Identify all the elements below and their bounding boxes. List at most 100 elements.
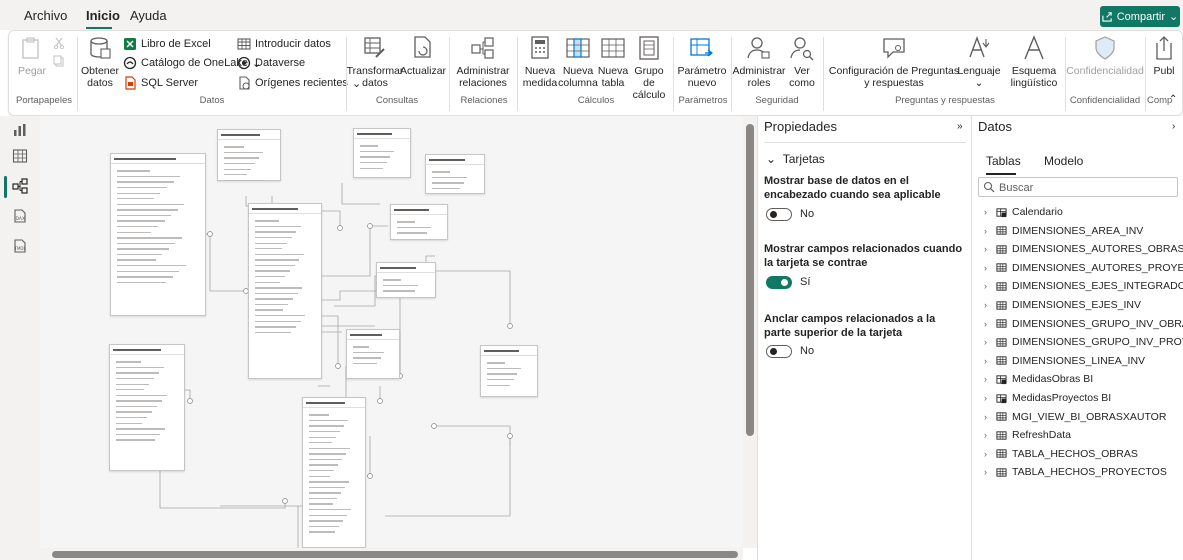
table-card[interactable] [248, 203, 322, 379]
sql-server-button[interactable]: SQL Server [123, 76, 198, 90]
table-tree-item[interactable]: › MedidasObras BI [984, 371, 1093, 387]
language-button[interactable]: Lenguaje ⌄ [953, 35, 1005, 89]
table-card-field [309, 469, 334, 472]
new-column-button[interactable]: Nueva columna [558, 35, 598, 89]
table-icon [996, 300, 1007, 310]
table-card[interactable] [353, 128, 411, 178]
paste-button[interactable]: Pegar [17, 35, 47, 77]
report-view-icon[interactable] [12, 122, 28, 138]
dataverse-button[interactable]: Dataverse [237, 56, 305, 70]
chevron-right-icon[interactable]: › [984, 300, 991, 310]
table-tree-item[interactable]: › TABLA_HECHOS_PROYECTOS [984, 464, 1167, 480]
share-button[interactable]: Compartir ⌄ [1100, 6, 1180, 27]
sensitivity-button[interactable]: Confidencialidad [1066, 35, 1144, 77]
table-tree-item[interactable]: › DIMENSIONES_AUTORES_OBRAS [984, 241, 1183, 257]
dax-query-view-icon[interactable]: DAX [12, 208, 28, 224]
pin-related-fields-toggle[interactable] [766, 345, 792, 358]
chevron-right-icon[interactable]: › [984, 356, 991, 366]
chevron-right-icon[interactable]: › [984, 467, 991, 477]
search-input[interactable] [999, 180, 1169, 195]
chevron-right-icon[interactable]: › [984, 244, 991, 254]
model-diagram-canvas[interactable] [40, 116, 743, 548]
chevron-right-icon[interactable]: › [984, 337, 991, 347]
canvas-vertical-scroll-thumb[interactable] [746, 124, 754, 436]
table-tree-item[interactable]: › MedidasProyectos BI [984, 390, 1111, 406]
tab-modelo[interactable]: Modelo [1044, 154, 1083, 168]
cut-icon[interactable] [53, 37, 65, 49]
show-related-fields-toggle[interactable] [766, 276, 792, 289]
table-card[interactable] [217, 129, 281, 182]
group-seguridad: Seguridad [755, 95, 799, 106]
menu-inicio[interactable]: Inicio [86, 8, 120, 23]
collapse-properties-icon[interactable]: » [957, 121, 963, 132]
chevron-right-icon[interactable]: › [984, 226, 991, 236]
tmdl-view-icon[interactable]: TMDL [12, 238, 28, 254]
refresh-button[interactable]: Actualizar [400, 35, 446, 77]
collapse-ribbon-icon[interactable]: ⌃ [1169, 94, 1177, 105]
table-tree-item[interactable]: › Calendario [984, 204, 1063, 220]
table-card-field [224, 151, 263, 154]
table-tree-item[interactable]: › DIMENSIONES_GRUPO_INV_OBRAS [984, 316, 1183, 332]
table-view-icon[interactable] [12, 148, 28, 164]
toggle-knob [770, 348, 777, 355]
chevron-right-icon[interactable]: › [984, 281, 991, 291]
table-card[interactable] [110, 153, 206, 316]
chevron-right-icon[interactable]: › [984, 412, 991, 422]
ribbon-divider [1145, 37, 1146, 111]
menu-archivo[interactable]: Archivo [24, 8, 67, 23]
table-tree-item[interactable]: › DIMENSIONES_AUTORES_PROYECTOS [984, 260, 1183, 276]
table-card[interactable] [109, 344, 185, 471]
clipboard-icon [22, 37, 39, 59]
tab-tablas[interactable]: Tablas [986, 154, 1021, 168]
transform-data-button[interactable]: Transformar datos [347, 35, 403, 89]
new-parameter-button[interactable]: Parámetro nuevo [677, 35, 727, 89]
chevron-right-icon[interactable]: › [984, 449, 991, 459]
excel-workbook-button[interactable]: Libro de Excel [123, 37, 211, 51]
view-as-button[interactable]: Ver como [785, 35, 819, 89]
table-card[interactable] [480, 345, 538, 397]
table-tree-item-label: MedidasProyectos BI [1012, 392, 1112, 404]
table-tree-item[interactable]: › MGI_VIEW_BI_OBRASXAUTOR [984, 409, 1166, 425]
table-card[interactable] [376, 262, 436, 298]
chevron-right-icon[interactable]: › [984, 319, 991, 329]
chevron-right-icon[interactable]: › [984, 393, 991, 403]
get-data-button[interactable]: Obtener datos [81, 35, 119, 89]
manage-roles-button[interactable]: Administrar roles [732, 35, 786, 89]
table-tree-item[interactable]: › TABLA_HECHOS_OBRAS [984, 446, 1138, 462]
table-tree-item[interactable]: › RefreshData [984, 427, 1071, 443]
new-measure-button[interactable]: Nueva medida [521, 35, 559, 89]
table-card-field [116, 428, 165, 430]
table-card-field [487, 362, 505, 364]
recent-sources-button[interactable]: Orígenes recientes ⌄ [237, 76, 361, 90]
table-card[interactable] [390, 204, 448, 240]
chevron-right-icon[interactable]: › [984, 374, 991, 384]
table-tree-item[interactable]: › DIMENSIONES_EJES_INTEGRADORES [984, 278, 1183, 294]
table-tree-item[interactable]: › DIMENSIONES_LINEA_INV [984, 353, 1145, 369]
chevron-right-icon[interactable]: › [984, 430, 991, 440]
table-card[interactable] [302, 397, 366, 548]
table-card[interactable] [346, 329, 400, 379]
chevron-right-icon[interactable]: › [984, 207, 991, 217]
calculation-group-button[interactable]: Grupo de cálculo [629, 35, 669, 101]
model-view-icon[interactable] [12, 178, 28, 194]
linguistic-schema-button[interactable]: Esquema lingüístico [1005, 35, 1063, 89]
copy-icon[interactable] [53, 55, 65, 67]
linguistic-schema-label: Esquema lingüístico [1010, 65, 1058, 89]
table-tree-item[interactable]: › DIMENSIONES_GRUPO_INV_PROY [984, 334, 1183, 350]
chevron-right-icon[interactable]: › [984, 263, 991, 273]
show-database-header-toggle[interactable] [766, 208, 792, 221]
table-card-field [360, 156, 391, 158]
table-tree-item[interactable]: › DIMENSIONES_AREA_INV [984, 223, 1143, 239]
canvas-horizontal-scroll-thumb[interactable] [52, 551, 738, 558]
new-table-button[interactable]: Nueva tabla [597, 35, 629, 89]
tarjetas-section-header[interactable]: ⌄ Tarjetas [766, 152, 825, 166]
collapse-data-pane-icon[interactable]: › [1172, 121, 1175, 132]
table-card-fields [249, 214, 321, 339]
menu-ayuda[interactable]: Ayuda [130, 8, 167, 23]
table-card[interactable] [425, 154, 485, 194]
qa-setup-button[interactable]: Configuración de Preguntas y respuestas [827, 35, 961, 89]
manage-relationships-button[interactable]: Administrar relaciones [455, 35, 511, 89]
table-tree-item[interactable]: › DIMENSIONES_EJES_INV [984, 297, 1141, 313]
enter-data-button[interactable]: Introducir datos [237, 37, 331, 51]
publish-button[interactable]: Publ [1149, 35, 1179, 77]
